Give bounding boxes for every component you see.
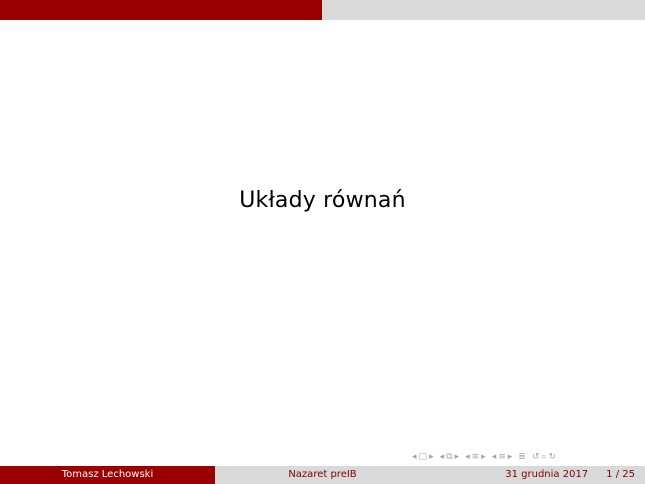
frame-prev-icon[interactable]: ◂ <box>412 452 417 462</box>
frame-nav: ◂ ▢ ▸ <box>412 452 434 462</box>
footer-date: 31 grudnia 2017 <box>505 469 589 480</box>
subsection-next-icon[interactable]: ▸ <box>455 452 460 462</box>
section-doc-prev-icon[interactable]: ◂ <box>492 452 497 462</box>
section-nav: ◂ ≡ ▸ <box>465 452 486 462</box>
search-icon[interactable]: ⌕ <box>541 452 546 462</box>
find-icon[interactable]: ↺ <box>532 452 540 462</box>
document-section-nav: ◂ ≡ ▸ <box>492 452 513 462</box>
document-icon[interactable]: ≣ <box>518 452 526 462</box>
header-bar-gray <box>322 0 645 20</box>
undo-icon[interactable]: ↻ <box>548 452 556 462</box>
footer-author: Tomasz Lechowski <box>0 466 215 484</box>
frame-next-icon[interactable]: ▸ <box>429 452 434 462</box>
subsection-nav: ◂ ⧉ ▸ <box>440 452 460 462</box>
subsection-icon[interactable]: ⧉ <box>446 452 452 462</box>
section-icon[interactable]: ≡ <box>472 452 480 462</box>
frame-icon[interactable]: ▢ <box>419 452 428 462</box>
top-header-bar <box>0 0 645 20</box>
section-prev-icon[interactable]: ◂ <box>465 452 470 462</box>
find-nav: ↺ ⌕ ↻ <box>532 452 556 462</box>
header-bar-accent <box>0 0 322 20</box>
section-doc-next-icon[interactable]: ▸ <box>508 452 513 462</box>
document-nav: ≣ <box>518 452 526 462</box>
slide-title: Układy równań <box>239 188 406 213</box>
footer-right: 31 grudnia 2017 1 / 25 <box>430 466 645 484</box>
footer-institute: Nazaret preIB <box>215 466 430 484</box>
footer-page-number: 1 / 25 <box>606 469 635 480</box>
section-doc-icon[interactable]: ≡ <box>498 452 506 462</box>
beamer-navigation: ◂ ▢ ▸ ◂ ⧉ ▸ ◂ ≡ ▸ ◂ ≡ ▸ ≣ ↺ ⌕ ↻ <box>412 452 556 462</box>
subsection-prev-icon[interactable]: ◂ <box>440 452 445 462</box>
footer-bar: Tomasz Lechowski Nazaret preIB 31 grudni… <box>0 466 645 484</box>
section-next-icon[interactable]: ▸ <box>481 452 486 462</box>
